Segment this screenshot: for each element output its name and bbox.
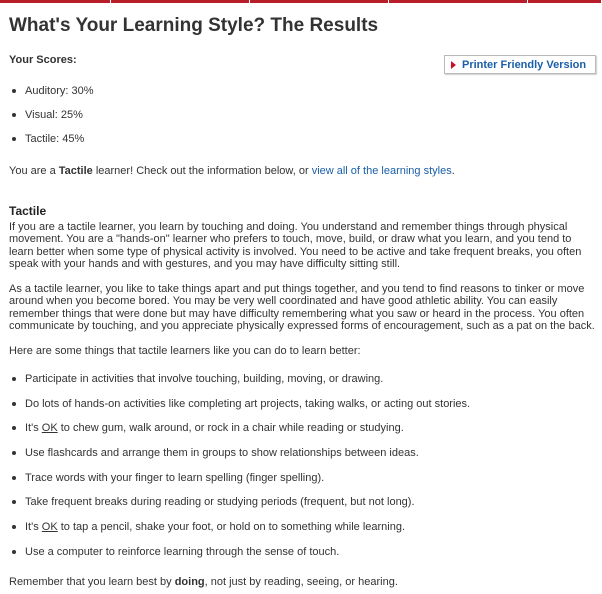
tip-text: Use a computer to reinforce learning thr… [25, 545, 340, 558]
nav-tab-1[interactable] [0, 0, 111, 3]
list-item: Trace words with your finger to learn sp… [9, 471, 470, 496]
closing-bold: doing [174, 576, 205, 588]
score-tactile: Tactile: 45% [9, 132, 93, 156]
tip-text-after: to chew gum, walk around, or rock in a c… [57, 422, 404, 435]
tip-text-after: to tap a pencil, shake your foot, or hol… [57, 521, 406, 534]
list-item: Use a computer to reinforce learning thr… [9, 545, 470, 570]
result-prefix: You are a [9, 165, 59, 177]
page-title: What's Your Learning Style? The Results [9, 15, 379, 36]
nav-tab-3[interactable] [250, 0, 389, 3]
list-item: It's OK to tap a pencil, shake your foot… [9, 520, 470, 545]
tip-text: Take frequent breaks during reading or s… [25, 496, 415, 509]
list-item: Use flashcards and arrange them in group… [9, 446, 470, 471]
list-item: Participate in activities that involve t… [9, 372, 470, 397]
result-middle: learner! Check out the information below… [92, 165, 312, 177]
list-item: It's OK to chew gum, walk around, or roc… [9, 421, 470, 446]
list-item: Do lots of hands-on activities like comp… [9, 397, 470, 422]
score-visual: Visual: 25% [9, 108, 93, 132]
description-paragraph-2: As a tactile learner, you like to take t… [9, 283, 595, 332]
section-heading: Tactile [9, 204, 47, 218]
tip-text: Do lots of hands-on activities like comp… [25, 397, 471, 410]
closing-suffix: , not just by reading, seeing, or hearin… [204, 576, 398, 588]
score-auditory: Auditory: 30% [9, 84, 93, 108]
tip-ok-abbr: OK [41, 422, 58, 435]
list-item: Take frequent breaks during reading or s… [9, 495, 470, 520]
scores-list: Auditory: 30% Visual: 25% Tactile: 45% [9, 84, 93, 156]
nav-tab-5[interactable] [528, 0, 602, 3]
nav-tab-4[interactable] [389, 0, 528, 3]
tip-text: It's [25, 521, 42, 534]
nav-tab-2[interactable] [111, 0, 250, 3]
result-sentence: You are a Tactile learner! Check out the… [9, 165, 455, 177]
result-style: Tactile [58, 165, 93, 177]
top-nav-bar [0, 0, 602, 3]
result-suffix: . [451, 165, 455, 177]
tips-list: Participate in activities that involve t… [9, 372, 470, 570]
view-all-styles-link[interactable]: view all of the learning styles [312, 165, 452, 177]
scores-heading: Your Scores: [9, 54, 77, 66]
tip-text: Use flashcards and arrange them in group… [25, 447, 419, 460]
printer-friendly-button[interactable]: Printer Friendly Version [444, 55, 596, 74]
closing-sentence: Remember that you learn best by doing, n… [9, 576, 398, 588]
printer-friendly-label: Printer Friendly Version [462, 58, 587, 71]
red-triangle-arrow-icon [451, 60, 456, 69]
tip-text: Trace words with your finger to learn sp… [25, 471, 325, 484]
tip-text: Participate in activities that involve t… [25, 373, 384, 385]
tip-ok-abbr: OK [41, 521, 58, 534]
tips-intro: Here are some things that tactile learne… [9, 345, 361, 357]
description-paragraph-1: If you are a tactile learner, you learn … [9, 221, 582, 270]
closing-prefix: Remember that you learn best by [9, 576, 175, 588]
tip-text: It's [25, 422, 42, 435]
